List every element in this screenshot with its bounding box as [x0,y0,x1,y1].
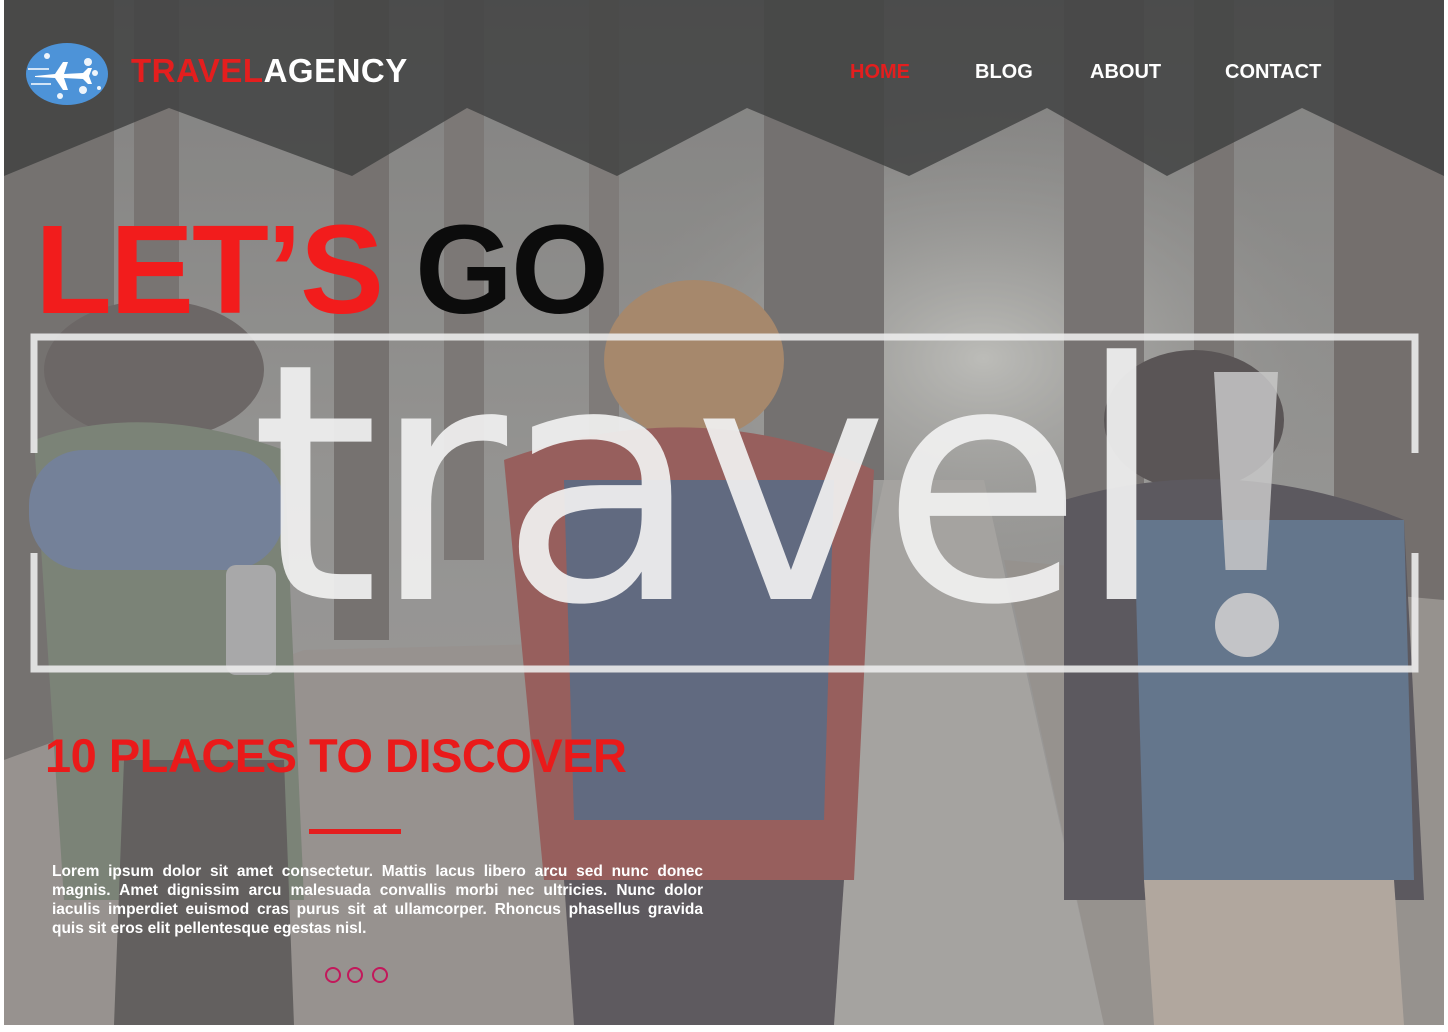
carousel-dot-1[interactable] [325,967,341,983]
carousel-dot-3[interactable] [372,967,388,983]
nav-blog[interactable]: BLOG [975,61,1033,84]
nav-contact[interactable]: CONTACT [1225,61,1321,84]
landing-page: TRAVELAGENCY HOME BLOG ABOUT CONTACT LET… [0,0,1448,1032]
nav-about[interactable]: ABOUT [1090,61,1161,84]
main-nav: HOME BLOG ABOUT CONTACT [0,61,1448,91]
hero-big-word: travel [250,293,1167,677]
nav-home[interactable]: HOME [850,61,910,84]
carousel-dot-2[interactable] [347,967,363,983]
exclamation-dot [1215,593,1279,657]
subtitle-divider [309,829,401,834]
carousel-indicators [323,967,393,985]
hero-subtitle: 10 PLACES TO DISCOVER [45,729,627,782]
hero-body-text: Lorem ipsum dolor sit amet consectetur. … [52,863,703,937]
